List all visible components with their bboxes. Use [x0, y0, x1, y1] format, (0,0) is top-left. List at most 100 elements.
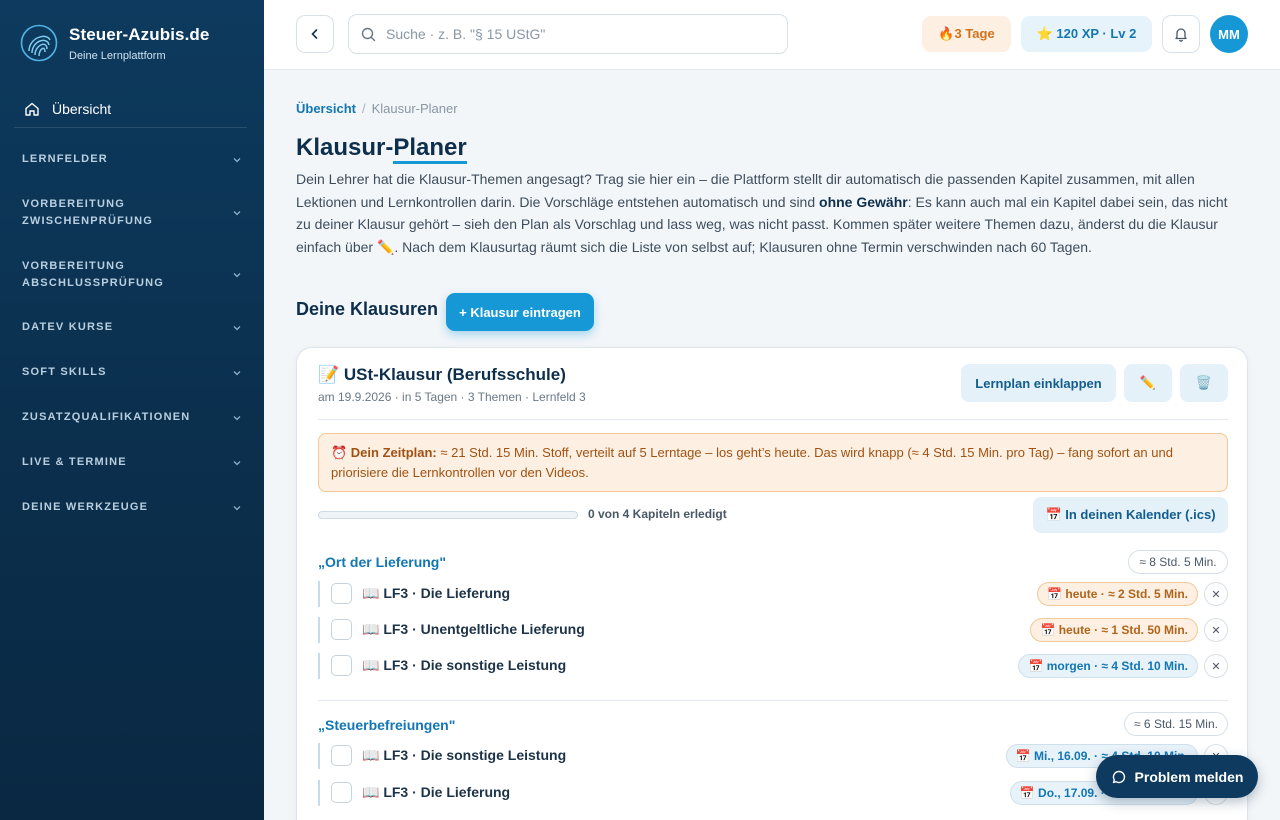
topbar: 🔥3 Tage ⭐ 120 XP · Lv 2 MM: [264, 0, 1280, 70]
chevron-down-icon: [233, 273, 241, 278]
sidebar-section-label: LERNFELDER: [22, 153, 108, 165]
breadcrumb-separator: /: [361, 101, 366, 116]
progress-bar: [318, 511, 578, 519]
lesson-name[interactable]: 📖 LF3 · Die Lieferung: [362, 585, 510, 602]
lesson-row: 📖 LF3 · Die sonstige Leistung 📅 Mi., 16.…: [318, 740, 1228, 772]
report-problem-label: Problem melden: [1134, 768, 1244, 785]
avatar[interactable]: MM: [1210, 15, 1248, 53]
lesson-checkbox[interactable]: [331, 583, 352, 604]
sidebar: Steuer-Azubis.de Deine Lernplattform Übe…: [0, 0, 264, 820]
chevron-down-icon: [233, 370, 241, 375]
sidebar-section-lernfelder[interactable]: LERNFELDER: [22, 151, 242, 168]
progress-label: 0 von 4 Kapiteln erledigt: [588, 507, 727, 521]
brand-logo-icon: [20, 24, 58, 62]
sidebar-section-label-line2: ZWISCHENPRÜFUNG: [22, 215, 154, 227]
sidebar-section-label: DEINE WERKZEUGE: [22, 501, 149, 513]
breadcrumb: Übersicht / Klausur-Planer: [296, 101, 458, 116]
page-title-part1: Klausur-: [296, 134, 394, 161]
add-exam-button[interactable]: + Klausur eintragen: [446, 293, 594, 331]
brand-tagline: Deine Lernplattform: [69, 49, 166, 62]
lesson-checkbox[interactable]: [331, 619, 352, 640]
lesson-indent-bar: [318, 653, 320, 679]
sidebar-section-label: DATEV KURSE: [22, 321, 114, 333]
calendar-export-button[interactable]: 📅 In deinen Kalender (.ics): [1033, 497, 1228, 533]
exam-meta: am 19.9.2026 · in 5 Tagen · 3 Themen · L…: [318, 390, 586, 404]
sidebar-section-soft-skills[interactable]: SOFT SKILLS: [22, 364, 242, 381]
chevron-down-icon: [233, 505, 241, 510]
sidebar-section-werkzeuge[interactable]: DEINE WERKZEUGE: [22, 499, 242, 516]
sidebar-section-datev[interactable]: DATEV KURSE: [22, 319, 242, 336]
lesson-indent-bar: [318, 780, 320, 806]
chevron-down-icon: [233, 415, 241, 420]
chevron-down-icon: [233, 157, 241, 162]
sidebar-section-zusatzqualifikationen[interactable]: ZUSATZQUALIFIKATIONEN: [22, 409, 242, 426]
breadcrumb-current: Klausur-Planer: [371, 101, 458, 116]
back-button[interactable]: [296, 15, 334, 53]
exam-title: 📝 USt-Klausur (Berufsschule): [318, 365, 566, 384]
search-icon: [361, 27, 376, 41]
exam-card: 📝 USt-Klausur (Berufsschule) am 19.9.202…: [296, 347, 1248, 820]
lesson-name[interactable]: 📖 LF3 · Die sonstige Leistung: [362, 747, 566, 764]
exams-section-title: Deine Klausuren: [296, 299, 439, 319]
topic-duration-badge: ≈ 6 Std. 15 Min.: [1124, 712, 1228, 736]
intro-text: Dein Lehrer hat die Klausur-Themen anges…: [296, 168, 1236, 258]
lesson-checkbox[interactable]: [331, 745, 352, 766]
bell-icon: [1175, 28, 1187, 42]
chevron-down-icon: [233, 211, 241, 216]
close-icon: ✕: [1211, 624, 1221, 637]
chevron-down-icon: [233, 325, 241, 330]
topic-title: „Ort der Lieferung": [318, 554, 446, 570]
sidebar-section-label: SOFT SKILLS: [22, 366, 107, 378]
lesson-row: 📖 LF3 · Unentgeltliche Lieferung 📅 heute…: [318, 614, 1228, 646]
sidebar-section-label: ZUSATZQUALIFIKATIONEN: [22, 411, 191, 423]
report-problem-button[interactable]: Problem melden: [1096, 755, 1258, 798]
schedule-notice: ⏰ Dein Zeitplan: ≈ 21 Std. 15 Min. Stoff…: [318, 433, 1228, 492]
topic-title: „Steuerbefreiungen": [318, 717, 456, 733]
chevron-down-icon: [233, 460, 241, 465]
schedule-notice-text: ≈ 21 Std. 15 Min. Stoff, verteilt auf 5 …: [331, 445, 1173, 480]
sidebar-section-abschlusspruefung[interactable]: VORBEREITUNG ABSCHLUSSPRÜFUNG: [22, 258, 242, 292]
lesson-row: 📖 LF3 · Die sonstige Leistung 📅 morgen ·…: [318, 650, 1228, 682]
lesson-name[interactable]: 📖 LF3 · Die sonstige Leistung: [362, 657, 566, 674]
breadcrumb-home-link[interactable]: Übersicht: [296, 101, 356, 116]
sidebar-section-label-line1: VORBEREITUNG: [22, 260, 126, 272]
close-icon: ✕: [1211, 660, 1221, 673]
sidebar-section-live-termine[interactable]: LIVE & TERMINE: [22, 454, 242, 471]
search-input[interactable]: [386, 26, 766, 42]
remove-lesson-button[interactable]: ✕: [1204, 654, 1228, 678]
lesson-row: 📖 LF3 · Die Lieferung 📅 heute · ≈ 2 Std.…: [318, 578, 1228, 610]
brand-name: Steuer-Azubis.de: [69, 24, 210, 44]
home-icon: [25, 102, 39, 116]
remove-lesson-button[interactable]: ✕: [1204, 618, 1228, 642]
pencil-icon: ✏️: [1139, 375, 1157, 390]
xp-badge[interactable]: ⭐ 120 XP · Lv 2: [1021, 16, 1152, 52]
trash-icon: 🗑️: [1195, 375, 1213, 390]
lesson-checkbox[interactable]: [331, 782, 352, 803]
sidebar-section-zwischenpruefung[interactable]: VORBEREITUNG ZWISCHENPRÜFUNG: [22, 196, 242, 230]
sidebar-item-label: Übersicht: [52, 100, 112, 117]
collapse-plan-button[interactable]: Lernplan einklappen: [961, 364, 1116, 402]
edit-exam-button[interactable]: ✏️: [1124, 364, 1172, 402]
sidebar-item-home[interactable]: Übersicht: [14, 90, 247, 128]
lesson-schedule-badge: 📅 heute · ≈ 1 Std. 50 Min.: [1030, 618, 1198, 642]
sidebar-section-label-line2: ABSCHLUSSPRÜFUNG: [22, 277, 165, 289]
close-icon: ✕: [1211, 588, 1221, 601]
page-title-part2: Planer: [393, 134, 467, 164]
notifications-button[interactable]: [1162, 15, 1200, 53]
brand[interactable]: Steuer-Azubis.de Deine Lernplattform: [20, 24, 209, 62]
search-box: [348, 14, 788, 54]
delete-exam-button[interactable]: 🗑️: [1180, 364, 1228, 402]
lesson-schedule-badge: 📅 morgen · ≈ 4 Std. 10 Min.: [1018, 654, 1198, 678]
lesson-checkbox[interactable]: [331, 655, 352, 676]
remove-lesson-button[interactable]: ✕: [1204, 582, 1228, 606]
page-title: Klausur-Planer: [296, 134, 467, 164]
lesson-name[interactable]: 📖 LF3 · Die Lieferung: [362, 784, 510, 801]
lesson-name[interactable]: 📖 LF3 · Unentgeltliche Lieferung: [362, 621, 585, 638]
lesson-indent-bar: [318, 617, 320, 643]
streak-badge[interactable]: 🔥3 Tage: [922, 16, 1011, 52]
lesson-row: 📖 LF3 · Die Lieferung 📅 Do., 17.09. · ≈ …: [318, 777, 1228, 809]
divider: [318, 700, 1228, 701]
chevron-left-icon: [311, 29, 318, 39]
lesson-schedule-badge: 📅 heute · ≈ 2 Std. 5 Min.: [1037, 582, 1198, 606]
lesson-indent-bar: [318, 743, 320, 769]
